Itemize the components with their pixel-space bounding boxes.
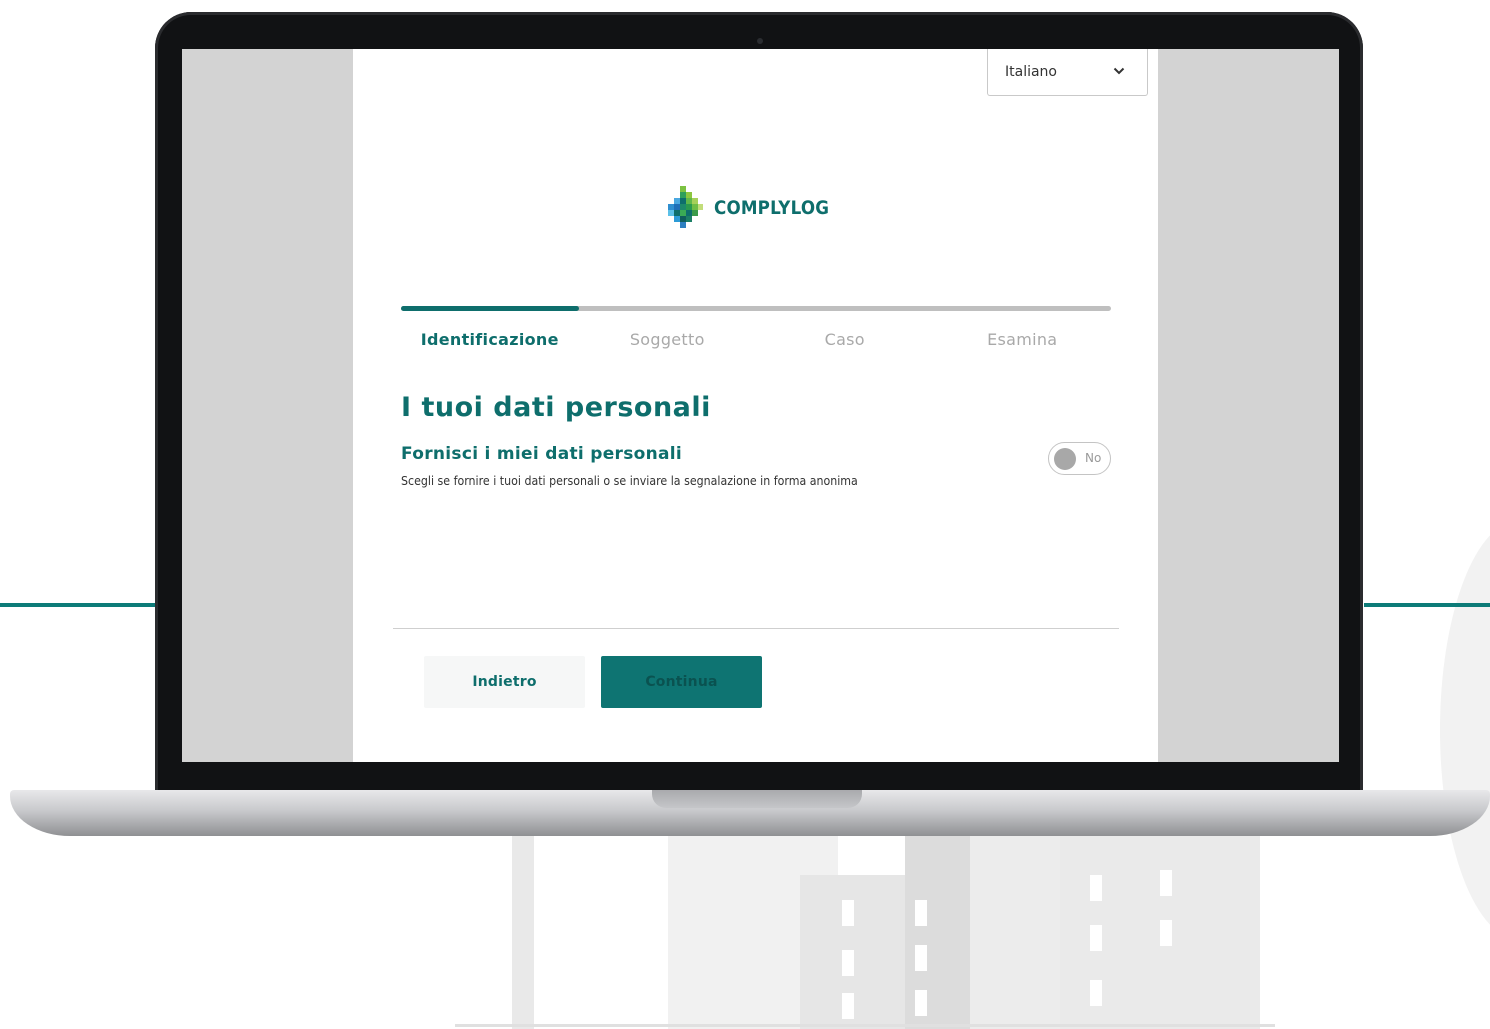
section-title: I tuoi dati personali — [401, 392, 711, 423]
field-help-text: Scegli se fornire i tuoi dati personali … — [401, 474, 858, 488]
progress-fill — [401, 306, 579, 311]
building-window — [915, 945, 927, 971]
ground-line — [455, 1024, 1275, 1027]
toggle-knob — [1054, 448, 1076, 470]
building-window — [1090, 980, 1102, 1006]
building-window — [1160, 870, 1172, 896]
building-window — [1090, 875, 1102, 901]
toggle-label: No — [1085, 451, 1102, 465]
building-window — [915, 900, 927, 926]
building-window — [1090, 925, 1102, 951]
step-caso[interactable]: Caso — [756, 330, 934, 349]
progress-bar — [401, 306, 1111, 311]
step-soggetto[interactable]: Soggetto — [579, 330, 757, 349]
laptop-notch — [652, 790, 862, 808]
building-window — [1160, 920, 1172, 946]
step-identificazione[interactable]: Identificazione — [401, 330, 579, 349]
chevron-down-icon — [1113, 67, 1125, 75]
form-page: Italiano COMPLYLOG Identificazione Sogge… — [353, 49, 1158, 762]
footer-divider — [393, 628, 1119, 629]
complylog-logo: COMPLYLOG — [666, 182, 846, 234]
building — [1060, 815, 1260, 1029]
building-window — [842, 900, 854, 926]
webcam — [757, 38, 763, 44]
building-window — [842, 950, 854, 976]
building — [905, 815, 970, 1029]
step-esamina[interactable]: Esamina — [934, 330, 1112, 349]
language-select-value: Italiano — [1005, 64, 1057, 80]
laptop-screen: Italiano COMPLYLOG Identificazione Sogge… — [182, 49, 1339, 762]
background-arc — [1440, 520, 1490, 940]
accent-line-left — [0, 603, 160, 607]
building — [800, 875, 920, 1029]
continue-button[interactable]: Continua — [601, 656, 762, 708]
personal-data-toggle[interactable]: No — [1048, 442, 1111, 475]
building-window — [842, 993, 854, 1019]
field-title: Fornisci i miei dati personali — [401, 444, 683, 464]
back-button[interactable]: Indietro — [424, 656, 585, 708]
logo-wordmark: COMPLYLOG — [714, 197, 830, 219]
language-select[interactable]: Italiano — [987, 49, 1148, 96]
building-window — [915, 990, 927, 1016]
accent-line-right — [1364, 603, 1490, 607]
marketing-stage: Italiano COMPLYLOG Identificazione Sogge… — [0, 0, 1490, 1029]
step-tabs: Identificazione Soggetto Caso Esamina — [401, 330, 1111, 349]
logo-mark-icon — [668, 186, 703, 228]
